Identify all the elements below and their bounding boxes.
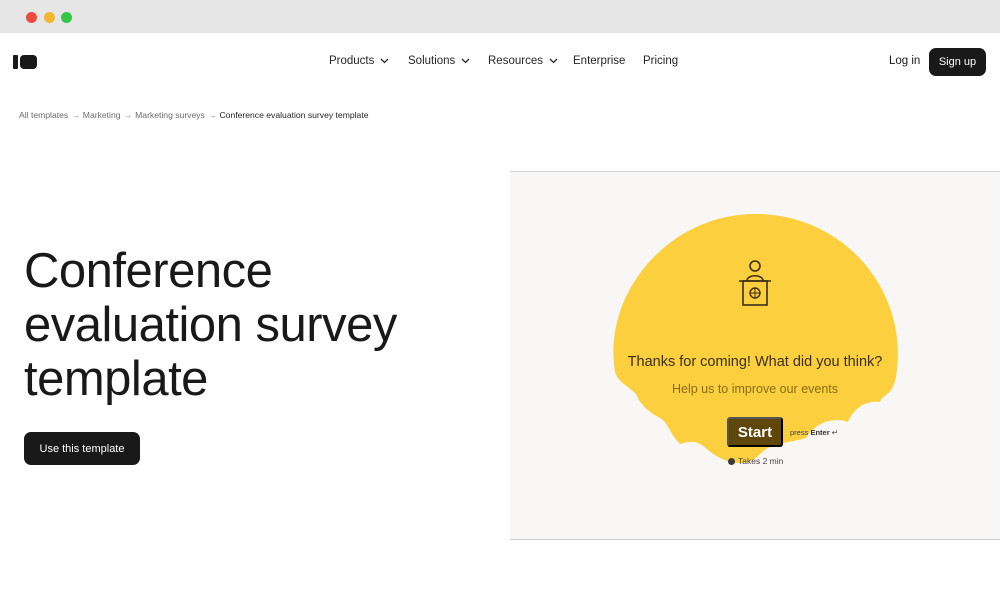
press-enter-hint: press Enter ↵ [790,428,838,437]
nav-item-label: Enterprise [573,55,626,67]
breadcrumb-marketing-surveys[interactable]: Marketing surveys [135,110,205,120]
page-title-line: evaluation survey [24,298,397,352]
close-window-button[interactable] [26,12,37,23]
press-prefix: press [790,428,809,437]
nav-item-resources[interactable]: Resources [488,55,558,67]
chevron-down-icon [461,58,470,64]
breadcrumb-marketing[interactable]: Marketing [83,110,121,120]
minimize-window-button[interactable] [44,12,55,23]
nav-item-solutions[interactable]: Solutions [408,55,470,67]
page-title-line: Conference [24,244,273,298]
chevron-down-icon [549,58,558,64]
signup-button[interactable]: Sign up [929,48,986,76]
breadcrumb-separator: → [71,110,80,120]
breadcrumb-current: Conference evaluation survey template [219,110,369,120]
nav-item-label: Products [329,55,375,67]
press-key: Enter [810,428,830,437]
use-template-button[interactable]: Use this template [24,432,140,465]
breadcrumb-separator: → [207,110,217,120]
duration-info: Takes 2 min [728,456,783,466]
nav-item-label: Solutions [408,55,456,67]
brand-logo[interactable] [13,55,37,69]
clock-icon [728,457,735,465]
nav-item-pricing[interactable]: Pricing [643,55,678,67]
nav-item-label: Resources [488,55,543,67]
page-title-line: template [24,352,208,406]
top-navigation: Products Solutions Resources Enterprise … [0,33,1000,91]
breadcrumb-separator: → [123,110,133,120]
nav-item-label: Pricing [643,55,679,67]
enter-key-icon: ↵ [831,428,838,437]
chevron-down-icon [380,58,389,64]
duration-label: Takes 2 min [738,456,784,466]
breadcrumb: All templates → Marketing → Marketing su… [19,110,369,120]
template-preview[interactable]: Thanks for coming! What did you think? H… [510,171,1000,540]
podium-speaker-icon [739,260,771,306]
survey-subtitle: Help us to improve our events [671,382,839,396]
breadcrumb-all-templates[interactable]: All templates [19,110,68,120]
start-button[interactable]: Start [727,417,783,447]
page-title: Conference evaluation survey template [24,244,484,406]
survey-question: Thanks for coming! What did you think? [627,354,883,370]
login-link[interactable]: Log in [889,55,920,67]
nav-item-products[interactable]: Products [329,55,389,67]
browser-chrome [0,0,1000,33]
nav-item-enterprise[interactable]: Enterprise [573,55,625,67]
maximize-window-button[interactable] [61,12,72,23]
